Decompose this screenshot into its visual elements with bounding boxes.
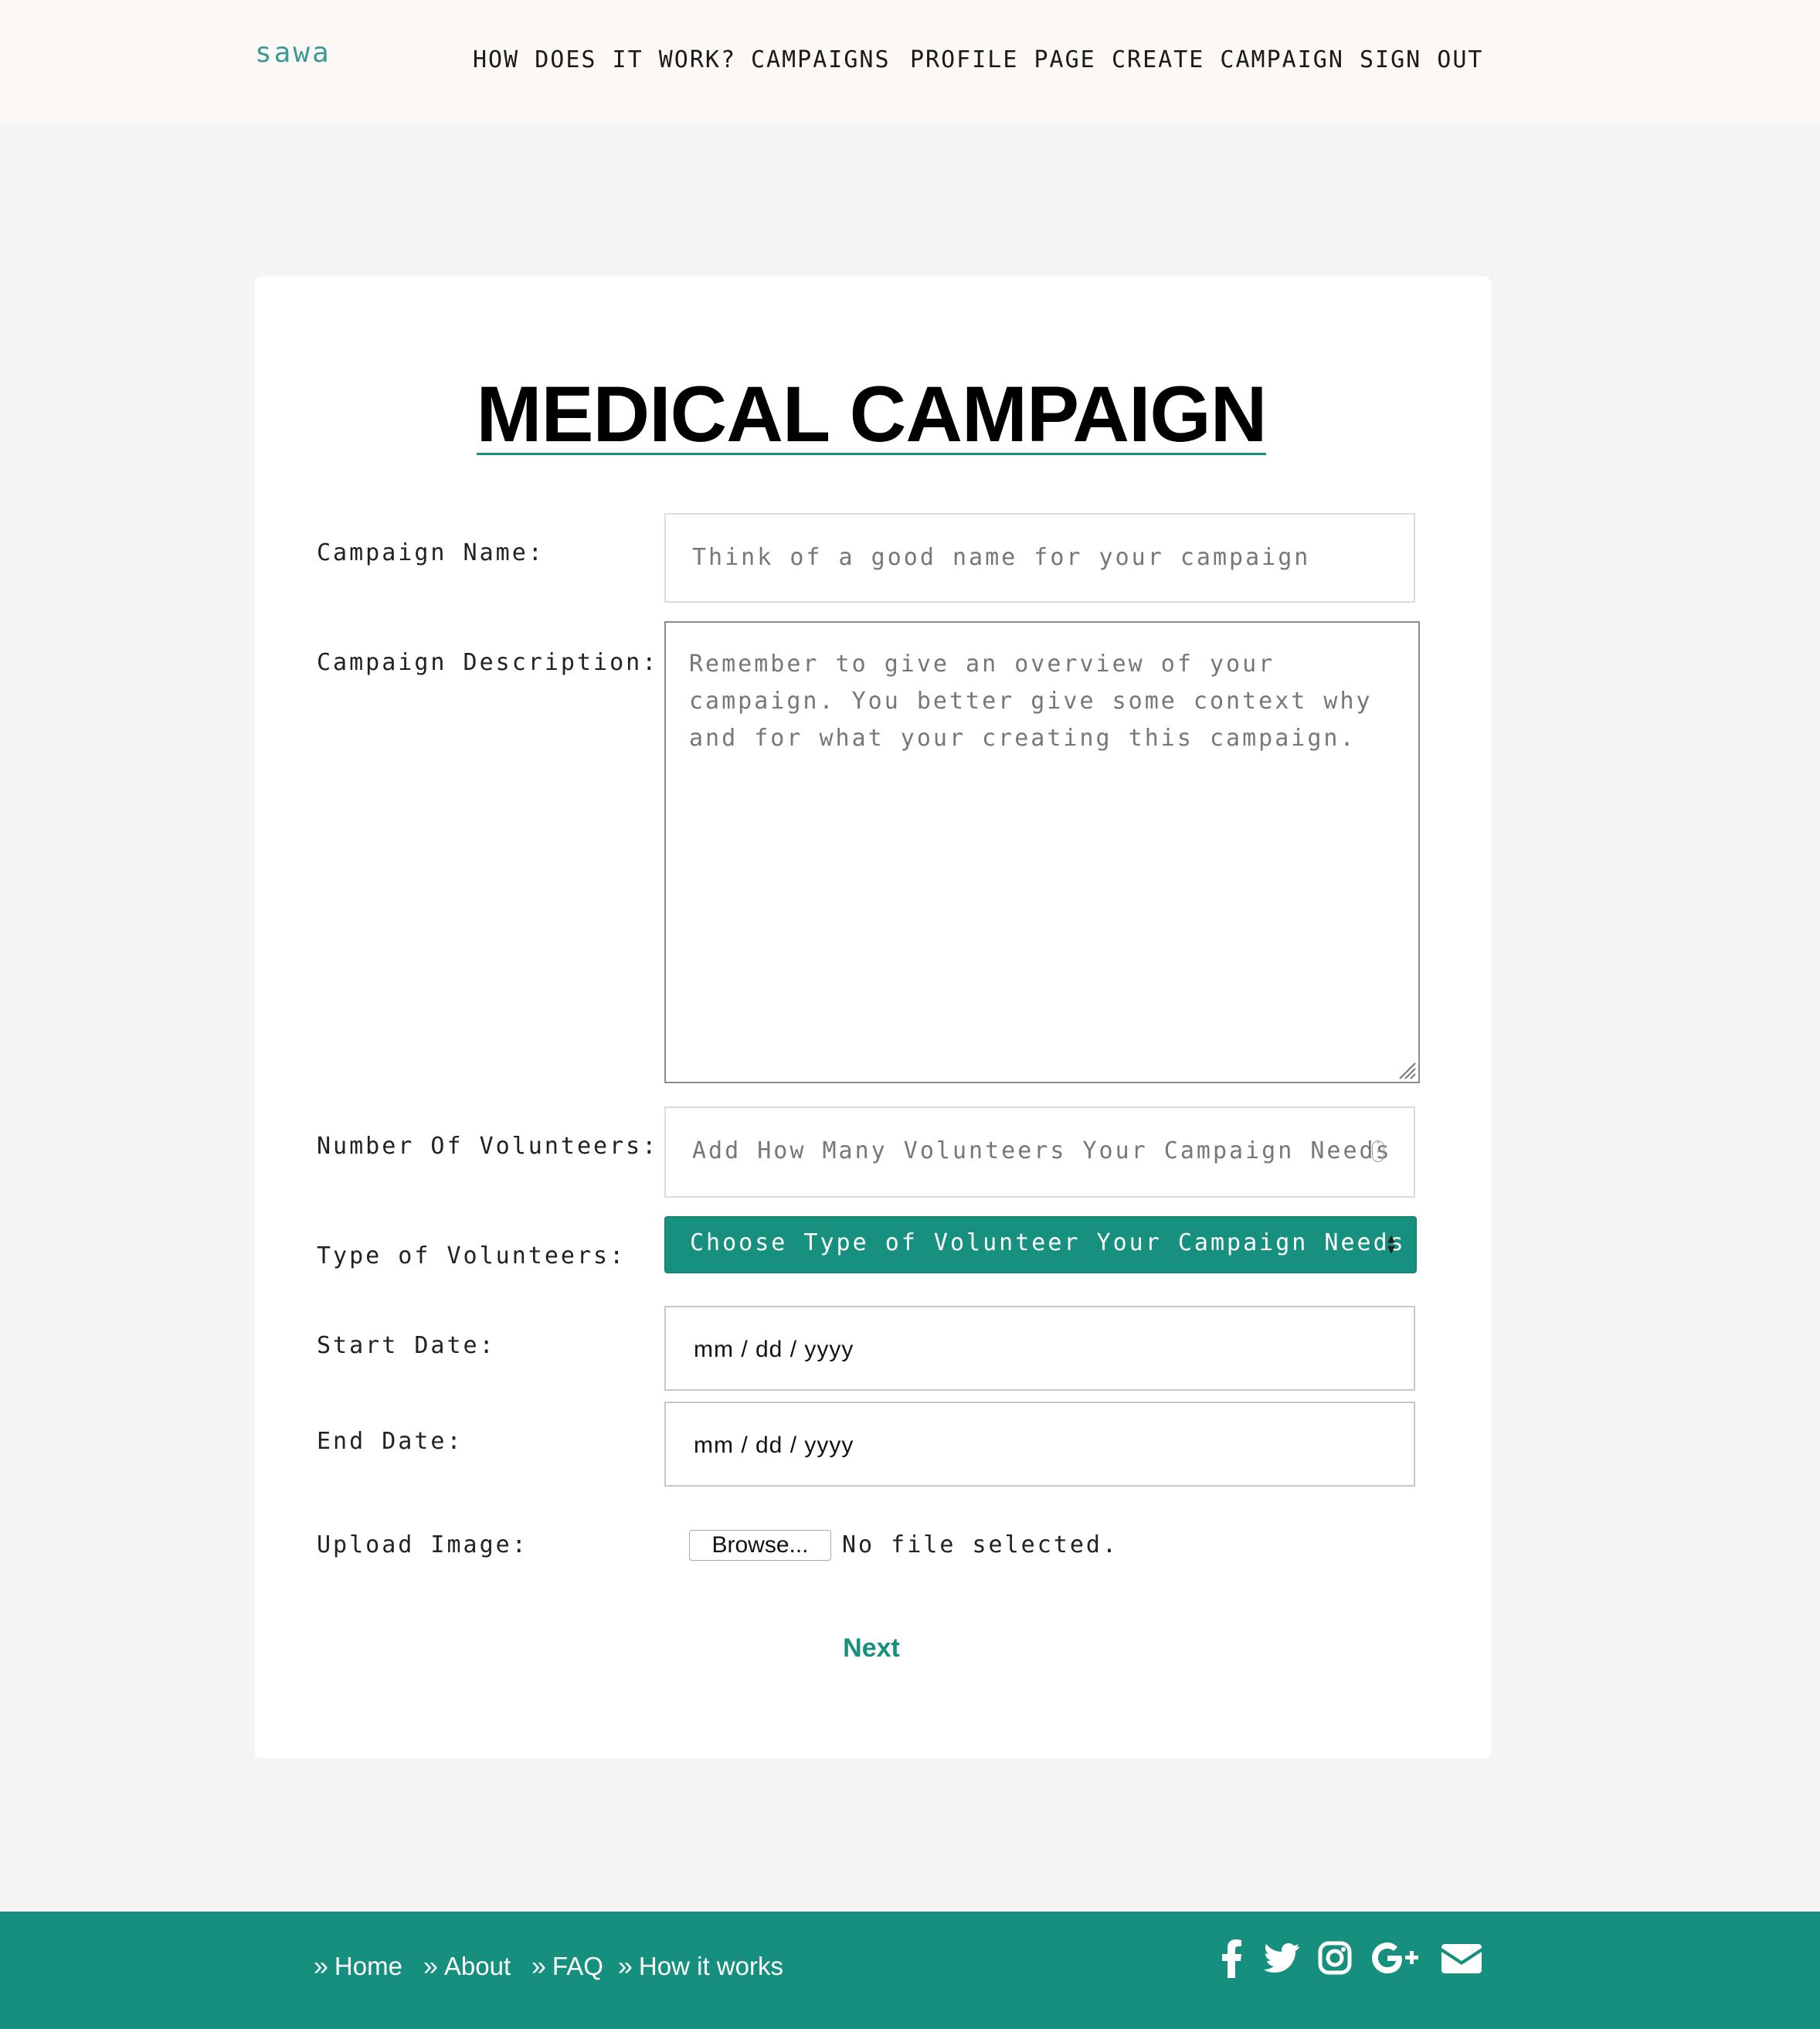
next-button[interactable]: Next — [0, 1633, 1743, 1664]
num-volunteers-placeholder: Add How Many Volunteers Your Campaign Ne… — [692, 1137, 1392, 1164]
type-volunteers-label: Type of Volunteers: — [317, 1242, 626, 1269]
footer: » Home » About » FAQ » How it works — [0, 1912, 1820, 2029]
instagram-icon[interactable] — [1318, 1941, 1352, 1975]
number-spinner-icon[interactable]: ˄ ˅ — [1372, 1140, 1384, 1162]
select-arrows-icon: ▲ ▼ — [1387, 1233, 1395, 1256]
main-nav: HOW DOES IT WORK? CAMPAIGNS PROFILE PAGE… — [0, 46, 1820, 79]
facebook-icon[interactable] — [1222, 1939, 1242, 1978]
end-date-label: End Date: — [317, 1428, 463, 1455]
footer-link-home[interactable]: » Home — [314, 1952, 402, 1982]
start-date-label: Start Date: — [317, 1332, 496, 1359]
footer-link-about[interactable]: » About — [423, 1952, 511, 1982]
nav-create-campaign[interactable]: CREATE CAMPAIGN — [1112, 46, 1344, 73]
file-status: No file selected. — [842, 1531, 1119, 1558]
google-plus-icon[interactable] — [1372, 1942, 1423, 1973]
twitter-icon[interactable] — [1264, 1942, 1299, 1973]
nav-sign-out[interactable]: SIGN OUT — [1360, 46, 1484, 73]
num-volunteers-input[interactable]: Add How Many Volunteers Your Campaign Ne… — [664, 1106, 1415, 1198]
double-chevron-right-icon: » — [618, 1952, 633, 1981]
social-links — [1222, 1939, 1485, 1986]
browse-button[interactable]: Browse... — [689, 1530, 831, 1561]
campaign-name-label: Campaign Name: — [317, 539, 545, 566]
footer-link-how-it-works[interactable]: » How it works — [618, 1952, 783, 1982]
end-date-placeholder: mm / dd / yyyy — [694, 1433, 854, 1458]
nav-profile-page[interactable]: PROFILE PAGE — [910, 46, 1096, 73]
top-navbar: sawa HOW DOES IT WORK? CAMPAIGNS PROFILE… — [0, 0, 1820, 124]
start-date-placeholder: mm / dd / yyyy — [694, 1337, 854, 1362]
campaign-description-textarea[interactable]: Remember to give an overview of your cam… — [664, 621, 1420, 1083]
nav-campaigns[interactable]: CAMPAIGNS — [751, 46, 891, 73]
campaign-description-label: Campaign Description: — [317, 649, 659, 676]
footer-link-faq[interactable]: » FAQ — [531, 1952, 603, 1982]
campaign-name-input[interactable]: Think of a good name for your campaign — [664, 513, 1415, 603]
campaign-name-placeholder: Think of a good name for your campaign — [692, 544, 1311, 571]
campaign-description-placeholder: Remember to give an overview of your cam… — [689, 651, 1373, 752]
end-date-input[interactable]: mm / dd / yyyy — [664, 1402, 1415, 1487]
num-volunteers-label: Number Of Volunteers: — [317, 1133, 659, 1160]
nav-how-it-works[interactable]: HOW DOES IT WORK? — [473, 46, 736, 73]
resize-handle-icon[interactable] — [1395, 1059, 1417, 1080]
double-chevron-right-icon: » — [314, 1952, 328, 1981]
upload-image-label: Upload Image: — [317, 1531, 528, 1558]
page-title: MEDICAL CAMPAIGN — [476, 370, 1267, 458]
envelope-icon[interactable] — [1441, 1944, 1482, 1973]
double-chevron-right-icon: » — [531, 1952, 546, 1981]
type-volunteers-selected: Choose Type of Volunteer Your Campaign N… — [690, 1229, 1406, 1256]
double-chevron-right-icon: » — [423, 1952, 438, 1981]
type-volunteers-select[interactable]: Choose Type of Volunteer Your Campaign N… — [664, 1216, 1417, 1273]
start-date-input[interactable]: mm / dd / yyyy — [664, 1306, 1415, 1391]
